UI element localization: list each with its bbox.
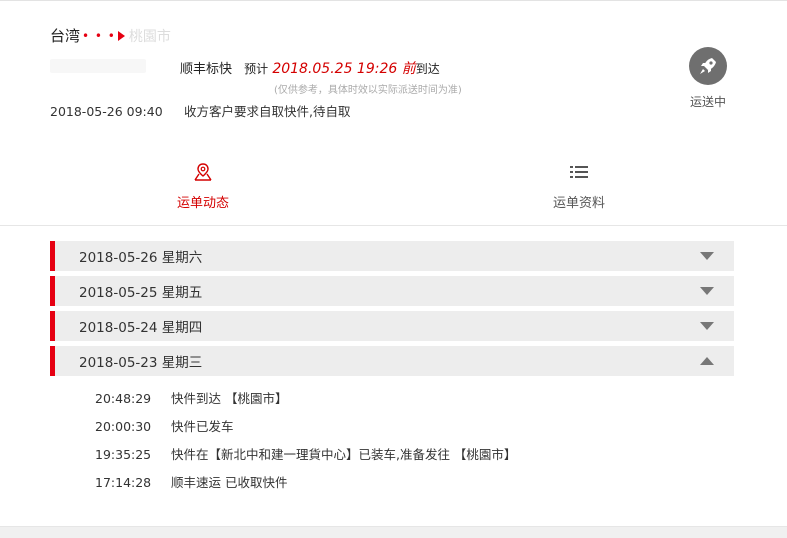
day-label: 2018-05-25 星期五 [79,285,203,301]
tab-waybill-tracking[interactable]: 运单动态 [143,162,263,211]
route-dots: • • • [82,28,116,43]
rocket-icon [689,47,727,85]
service-type: 顺丰标快 [180,62,233,77]
status-indicator: 运送中 [680,47,736,110]
list-icon [570,166,588,178]
event-row: 20:00:30 快件已发车 [95,416,234,435]
chevron-up-icon [700,357,714,365]
event-row: 17:14:28 顺丰速运 已收取快件 [95,472,287,491]
event-row: 20:48:29 快件到达 【桃園市】 [95,388,287,407]
shipment-summary-card: 台湾 • • • 桃園市 顺丰标快 预计 2018.05.25 19:26 前到… [0,0,787,138]
tab-bar: 运单动态 运单资料 [0,138,787,226]
event-row: 19:35:25 快件在【新北中和建一理貨中心】已装车,准备发往 【桃園市】 [95,444,516,463]
day-header[interactable]: 2018-05-26 星期六 [50,241,734,271]
event-text: 快件在【新北中和建一理貨中心】已装车,准备发往 【桃園市】 [170,447,517,462]
day-header-expanded[interactable]: 2018-05-23 星期三 [50,346,734,376]
origin-city: 台湾 [50,27,81,45]
tracking-timeline: 2018-05-26 星期六 2018-05-25 星期五 2018-05-24… [0,226,787,526]
status-label: 运送中 [689,95,726,109]
event-time: 19:35:25 [95,447,152,462]
tab-waybill-tracking-label: 运单动态 [176,196,229,211]
day-header[interactable]: 2018-05-24 星期四 [50,311,734,341]
latest-update: 2018-05-26 09:40 收方客户要求自取快件,待自取 [50,101,350,120]
chevron-down-icon [700,287,714,295]
day-header[interactable]: 2018-05-25 星期五 [50,276,734,306]
event-text: 顺丰速运 已收取快件 [170,475,288,490]
event-time: 17:14:28 [95,475,152,490]
chevron-down-icon [700,252,714,260]
route: 台湾 • • • 桃園市 [50,25,171,46]
map-pin-icon [194,163,212,181]
bottom-divider [0,526,787,538]
day-label: 2018-05-23 星期三 [79,355,203,371]
eta-note: (仅供参考，具体时效以实际派送时间为准) [274,85,462,96]
eta-time: 2018.05.25 19:26 前 [272,61,416,77]
tab-waybill-details-label: 运单资料 [552,196,605,211]
event-time: 20:00:30 [95,419,152,434]
day-label: 2018-05-24 星期四 [79,320,203,336]
event-text: 快件已发车 [170,419,234,434]
route-arrow-icon [117,30,125,41]
event-text: 快件到达 【桃園市】 [170,391,288,406]
masked-info [50,59,146,73]
destination-city: 桃園市 [128,28,171,45]
eta-suffix: 到达 [415,62,440,76]
latest-text: 收方客户要求自取快件,待自取 [183,104,351,119]
day-label: 2018-05-26 星期六 [79,250,203,266]
service-line: 顺丰标快 预计 2018.05.25 19:26 前到达 [180,58,440,78]
eta-label: 预计 [244,62,269,76]
tab-waybill-details[interactable]: 运单资料 [519,162,639,211]
event-time: 20:48:29 [95,391,152,406]
latest-time: 2018-05-26 09:40 [50,104,163,119]
chevron-down-icon [700,322,714,330]
